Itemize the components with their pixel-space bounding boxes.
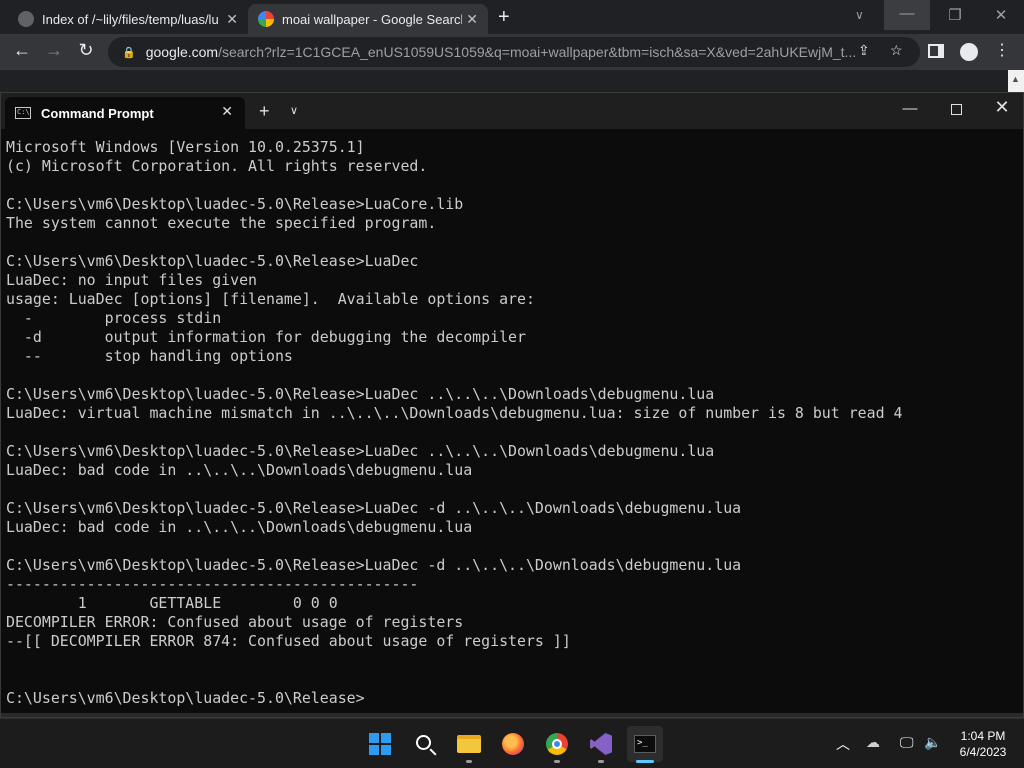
terminal-line: --[[ DECOMPILER ERROR 874: Confused abou… [6,632,571,650]
terminal-line: C:\Users\vm6\Desktop\luadec-5.0\Release>… [6,195,464,213]
terminal-scrollbar[interactable] [1,713,1023,717]
tab-search-chevron-icon[interactable]: ∨ [855,8,864,22]
network-icon[interactable]: 🖵 [900,734,914,751]
new-tab-button[interactable]: + [498,6,510,29]
terminal-line: C:\Users\vm6\Desktop\luadec-5.0\Release>… [6,442,715,460]
terminal-titlebar: C:\ Command Prompt ✕ + ∨ — ✕ [1,93,1023,129]
scroll-up-arrow-icon[interactable]: ▲ [1011,74,1020,84]
browser-tab-google-search[interactable]: moai wallpaper - Google Search ✕ [248,4,488,34]
terminal-icon: >_ [634,735,656,753]
side-panel-icon[interactable] [928,44,944,58]
share-icon[interactable]: ⇪ [858,42,870,59]
browser-restore-button[interactable]: ❐ [932,6,978,24]
volume-icon[interactable]: 🔈 [924,734,941,751]
clock-time: 1:04 PM [960,729,1006,743]
address-bar[interactable]: 🔒 google.com /search?rlz=1C1GCEA_enUS105… [108,37,920,67]
browser-tab-label: moai wallpaper - Google Search [282,11,462,27]
terminal-line: DECOMPILER ERROR: Confused about usage o… [6,613,464,631]
taskbar-chrome[interactable] [539,726,575,762]
start-button[interactable] [362,726,398,762]
terminal-line: LuaDec: virtual machine mismatch in ..\.… [6,404,903,422]
taskbar-terminal[interactable]: >_ [627,726,663,762]
reload-icon[interactable]: ↻ [74,40,98,61]
bookmark-star-icon[interactable]: ☆ [890,42,903,59]
terminal-line: LuaDec: bad code in ..\..\..\Downloads\d… [6,461,473,479]
more-menu-icon[interactable]: ⋮ [994,40,1010,60]
browser-tab-strip: Index of /~lily/files/temp/luas/lu ✕ moa… [0,0,1024,34]
globe-icon [18,11,34,27]
terminal-line: C:\Users\vm6\Desktop\luadec-5.0\Release>… [6,499,742,517]
url-host: google.com [145,44,219,60]
running-indicator [466,760,472,763]
taskbar: >_ ︿ ☁ 🖵 🔈 1:04 PM 6/4/2023 [0,718,1024,768]
folder-icon [457,735,481,753]
terminal-line: C:\Users\vm6\Desktop\luadec-5.0\Release>… [6,556,742,574]
browser-toolbar: ← → ↻ 🔒 google.com /search?rlz=1C1GCEA_e… [0,34,1024,70]
browser-tab-index[interactable]: Index of /~lily/files/temp/luas/lu ✕ [8,4,248,34]
terminal-line: (c) Microsoft Corporation. All rights re… [6,157,428,175]
taskbar-file-explorer[interactable] [451,726,487,762]
minimize-button[interactable]: — [887,100,933,117]
terminal-line: Microsoft Windows [Version 10.0.25375.1] [6,138,365,156]
lock-icon: 🔒 [122,46,136,59]
taskbar-search-button[interactable] [407,726,443,762]
close-icon[interactable]: ✕ [221,103,233,120]
active-indicator [636,760,654,763]
google-icon [258,11,274,27]
system-clock[interactable]: 1:04 PM 6/4/2023 [948,728,1018,760]
command-prompt-icon: C:\ [15,107,31,119]
terminal-line: C:\Users\vm6\Desktop\luadec-5.0\Release>… [6,252,419,270]
clock-date: 6/4/2023 [959,745,1007,759]
visual-studio-icon [590,733,612,755]
onedrive-offline-icon[interactable]: ☁ [866,734,880,751]
terminal-tab-title: Command Prompt [41,105,154,121]
browser-close-button[interactable]: ✕ [978,6,1024,24]
close-icon[interactable]: ✕ [226,11,238,28]
profile-avatar-icon[interactable] [960,43,978,61]
command-prompt-window: C:\ Command Prompt ✕ + ∨ — ✕ Microsoft W… [0,92,1024,718]
terminal-output[interactable]: Microsoft Windows [Version 10.0.25375.1]… [6,138,1016,713]
close-button[interactable]: ✕ [979,97,1024,118]
taskbar-visual-studio[interactable] [583,726,619,762]
browser-tab-label: Index of /~lily/files/temp/luas/lu [42,11,219,27]
forward-arrow-icon[interactable]: → [42,40,66,61]
maximize-button[interactable] [933,100,979,119]
chevron-down-icon[interactable]: ∨ [290,104,298,117]
running-indicator [554,760,560,763]
taskbar-firefox[interactable] [495,726,531,762]
firefox-icon [502,733,524,755]
back-arrow-icon[interactable]: ← [10,40,34,61]
windows-logo-icon [369,733,391,755]
terminal-line: C:\Users\vm6\Desktop\luadec-5.0\Release> [6,689,365,707]
terminal-line: -d output information for debugging the … [6,328,526,346]
url-path: /search?rlz=1C1GCEA_enUS1059US1059&q=moa… [218,44,857,60]
new-terminal-tab-button[interactable]: + [259,101,270,122]
search-icon [415,734,431,750]
terminal-line: usage: LuaDec [options] [filename]. Avai… [6,290,535,308]
terminal-tab-command-prompt[interactable]: C:\ Command Prompt ✕ [5,97,245,129]
running-indicator [598,760,604,763]
terminal-line: ----------------------------------------… [6,575,419,593]
terminal-line: LuaDec: bad code in ..\..\..\Downloads\d… [6,518,473,536]
terminal-line: 1 GETTABLE 0 0 0 [6,594,338,612]
browser-minimize-button[interactable]: — [884,0,930,30]
terminal-line: - process stdin [6,309,222,327]
terminal-line: -- stop handling options [6,347,293,365]
terminal-line: LuaDec: no input files given [6,271,258,289]
chrome-icon [546,733,568,755]
close-icon[interactable]: ✕ [466,11,478,28]
terminal-line: C:\Users\vm6\Desktop\luadec-5.0\Release>… [6,385,715,403]
show-hidden-icons-chevron-icon[interactable]: ︿ [836,734,850,754]
terminal-line: The system cannot execute the specified … [6,214,437,232]
